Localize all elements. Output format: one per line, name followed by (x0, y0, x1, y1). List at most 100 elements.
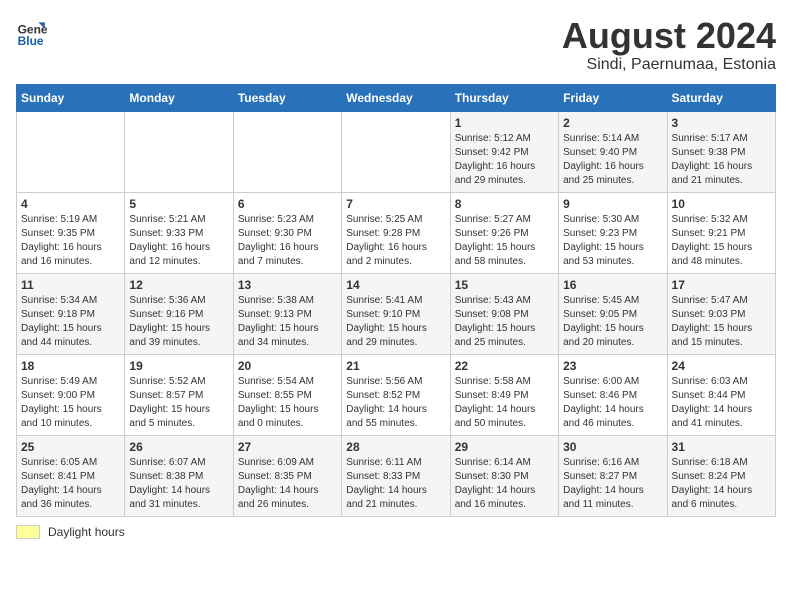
day-number: 21 (346, 359, 445, 373)
calendar-cell: 17 Sunrise: 5:47 AM Sunset: 9:03 PM Dayli… (667, 273, 775, 354)
day-info: Sunrise: 5:49 AM Sunset: 9:00 PM Dayligh… (21, 375, 120, 431)
page-header: General Blue August 2024 Sindi, Paernuma… (16, 16, 776, 74)
day-number: 6 (238, 197, 337, 211)
calendar-cell: 28 Sunrise: 6:11 AM Sunset: 8:33 PM Dayli… (342, 435, 450, 516)
day-info: Sunrise: 5:32 AM Sunset: 9:21 PM Dayligh… (672, 213, 771, 269)
day-number: 31 (672, 440, 771, 454)
day-number: 22 (455, 359, 554, 373)
day-number: 2 (563, 116, 662, 130)
day-number: 20 (238, 359, 337, 373)
day-number: 11 (21, 278, 120, 292)
calendar-cell: 3Sunrise: 5:17 AM Sunset: 9:38 PM Daylig… (667, 111, 775, 192)
calendar-week-row: 25 Sunrise: 6:05 AM Sunset: 8:41 PM Dayli… (17, 435, 776, 516)
calendar-day-header: Friday (559, 84, 667, 111)
logo-icon: General Blue (16, 16, 48, 48)
day-info: Sunrise: 6:07 AM Sunset: 8:38 PM Dayligh… (129, 456, 228, 512)
calendar-cell: 25 Sunrise: 6:05 AM Sunset: 8:41 PM Dayli… (17, 435, 125, 516)
day-info: Sunrise: 5:19 AM Sunset: 9:35 PM Dayligh… (21, 213, 120, 269)
day-number: 17 (672, 278, 771, 292)
day-number: 7 (346, 197, 445, 211)
day-info: Sunrise: 5:58 AM Sunset: 8:49 PM Dayligh… (455, 375, 554, 431)
calendar-cell: 16Sunrise: 5:45 AM Sunset: 9:05 PM Dayli… (559, 273, 667, 354)
calendar-day-header: Sunday (17, 84, 125, 111)
day-number: 28 (346, 440, 445, 454)
calendar-cell: 5Sunrise: 5:21 AM Sunset: 9:33 PM Daylig… (125, 192, 233, 273)
day-info: Sunrise: 5:43 AM Sunset: 9:08 PM Dayligh… (455, 294, 554, 350)
calendar-cell: 6 Sunrise: 5:23 AM Sunset: 9:30 PM Daylig… (233, 192, 341, 273)
day-info: Sunrise: 6:05 AM Sunset: 8:41 PM Dayligh… (21, 456, 120, 512)
calendar-cell: 29 Sunrise: 6:14 AM Sunset: 8:30 PM Dayli… (450, 435, 558, 516)
day-number: 4 (21, 197, 120, 211)
calendar-cell: 21Sunrise: 5:56 AM Sunset: 8:52 PM Dayli… (342, 354, 450, 435)
calendar-cell (17, 111, 125, 192)
day-info: Sunrise: 5:45 AM Sunset: 9:05 PM Dayligh… (563, 294, 662, 350)
day-info: Sunrise: 5:52 AM Sunset: 8:57 PM Dayligh… (129, 375, 228, 431)
day-number: 10 (672, 197, 771, 211)
day-number: 14 (346, 278, 445, 292)
day-info: Sunrise: 6:03 AM Sunset: 8:44 PM Dayligh… (672, 375, 771, 431)
day-number: 29 (455, 440, 554, 454)
day-number: 13 (238, 278, 337, 292)
day-number: 23 (563, 359, 662, 373)
logo: General Blue (16, 16, 48, 48)
day-info: Sunrise: 6:18 AM Sunset: 8:24 PM Dayligh… (672, 456, 771, 512)
day-info: Sunrise: 5:14 AM Sunset: 9:40 PM Dayligh… (563, 132, 662, 188)
calendar-week-row: 4 Sunrise: 5:19 AM Sunset: 9:35 PM Daylig… (17, 192, 776, 273)
day-info: Sunrise: 6:14 AM Sunset: 8:30 PM Dayligh… (455, 456, 554, 512)
calendar-cell: 4 Sunrise: 5:19 AM Sunset: 9:35 PM Daylig… (17, 192, 125, 273)
calendar-table: SundayMondayTuesdayWednesdayThursdayFrid… (16, 84, 776, 517)
calendar-cell: 20 Sunrise: 5:54 AM Sunset: 8:55 PM Dayli… (233, 354, 341, 435)
calendar-day-header: Tuesday (233, 84, 341, 111)
calendar-day-header: Saturday (667, 84, 775, 111)
calendar-week-row: 1 Sunrise: 5:12 AM Sunset: 9:42 PM Daylig… (17, 111, 776, 192)
day-number: 24 (672, 359, 771, 373)
calendar-cell: 19 Sunrise: 5:52 AM Sunset: 8:57 PM Dayli… (125, 354, 233, 435)
day-number: 25 (21, 440, 120, 454)
day-info: Sunrise: 5:23 AM Sunset: 9:30 PM Dayligh… (238, 213, 337, 269)
calendar-cell: 12Sunrise: 5:36 AM Sunset: 9:16 PM Dayli… (125, 273, 233, 354)
day-number: 1 (455, 116, 554, 130)
calendar-cell (342, 111, 450, 192)
day-number: 5 (129, 197, 228, 211)
calendar-cell: 1 Sunrise: 5:12 AM Sunset: 9:42 PM Daylig… (450, 111, 558, 192)
calendar-cell: 30 Sunrise: 6:16 AM Sunset: 8:27 PM Dayli… (559, 435, 667, 516)
calendar-header-row: SundayMondayTuesdayWednesdayThursdayFrid… (17, 84, 776, 111)
day-info: Sunrise: 5:30 AM Sunset: 9:23 PM Dayligh… (563, 213, 662, 269)
legend: Daylight hours (16, 525, 776, 539)
calendar-cell (233, 111, 341, 192)
day-info: Sunrise: 5:34 AM Sunset: 9:18 PM Dayligh… (21, 294, 120, 350)
day-info: Sunrise: 5:38 AM Sunset: 9:13 PM Dayligh… (238, 294, 337, 350)
calendar-day-header: Monday (125, 84, 233, 111)
day-info: Sunrise: 5:41 AM Sunset: 9:10 PM Dayligh… (346, 294, 445, 350)
day-info: Sunrise: 5:17 AM Sunset: 9:38 PM Dayligh… (672, 132, 771, 188)
day-info: Sunrise: 5:12 AM Sunset: 9:42 PM Dayligh… (455, 132, 554, 188)
day-info: Sunrise: 6:16 AM Sunset: 8:27 PM Dayligh… (563, 456, 662, 512)
calendar-day-header: Wednesday (342, 84, 450, 111)
calendar-cell: 2 Sunrise: 5:14 AM Sunset: 9:40 PM Daylig… (559, 111, 667, 192)
calendar-cell: 10 Sunrise: 5:32 AM Sunset: 9:21 PM Dayli… (667, 192, 775, 273)
day-number: 18 (21, 359, 120, 373)
calendar-week-row: 11 Sunrise: 5:34 AM Sunset: 9:18 PM Dayli… (17, 273, 776, 354)
calendar-cell: 11 Sunrise: 5:34 AM Sunset: 9:18 PM Dayli… (17, 273, 125, 354)
day-info: Sunrise: 5:47 AM Sunset: 9:03 PM Dayligh… (672, 294, 771, 350)
calendar-day-header: Thursday (450, 84, 558, 111)
page-subtitle: Sindi, Paernumaa, Estonia (562, 56, 776, 74)
calendar-cell: 9 Sunrise: 5:30 AM Sunset: 9:23 PM Daylig… (559, 192, 667, 273)
day-number: 9 (563, 197, 662, 211)
day-info: Sunrise: 5:27 AM Sunset: 9:26 PM Dayligh… (455, 213, 554, 269)
day-info: Sunrise: 5:36 AM Sunset: 9:16 PM Dayligh… (129, 294, 228, 350)
calendar-week-row: 18 Sunrise: 5:49 AM Sunset: 9:00 PM Dayli… (17, 354, 776, 435)
calendar-cell: 31 Sunrise: 6:18 AM Sunset: 8:24 PM Dayli… (667, 435, 775, 516)
calendar-cell: 26 Sunrise: 6:07 AM Sunset: 8:38 PM Dayli… (125, 435, 233, 516)
day-info: Sunrise: 5:54 AM Sunset: 8:55 PM Dayligh… (238, 375, 337, 431)
day-info: Sunrise: 5:25 AM Sunset: 9:28 PM Dayligh… (346, 213, 445, 269)
day-info: Sunrise: 6:00 AM Sunset: 8:46 PM Dayligh… (563, 375, 662, 431)
calendar-cell: 23 Sunrise: 6:00 AM Sunset: 8:46 PM Dayli… (559, 354, 667, 435)
day-number: 19 (129, 359, 228, 373)
day-number: 30 (563, 440, 662, 454)
legend-label: Daylight hours (48, 525, 125, 539)
day-info: Sunrise: 6:11 AM Sunset: 8:33 PM Dayligh… (346, 456, 445, 512)
day-number: 26 (129, 440, 228, 454)
day-number: 8 (455, 197, 554, 211)
calendar-cell: 27Sunrise: 6:09 AM Sunset: 8:35 PM Dayli… (233, 435, 341, 516)
